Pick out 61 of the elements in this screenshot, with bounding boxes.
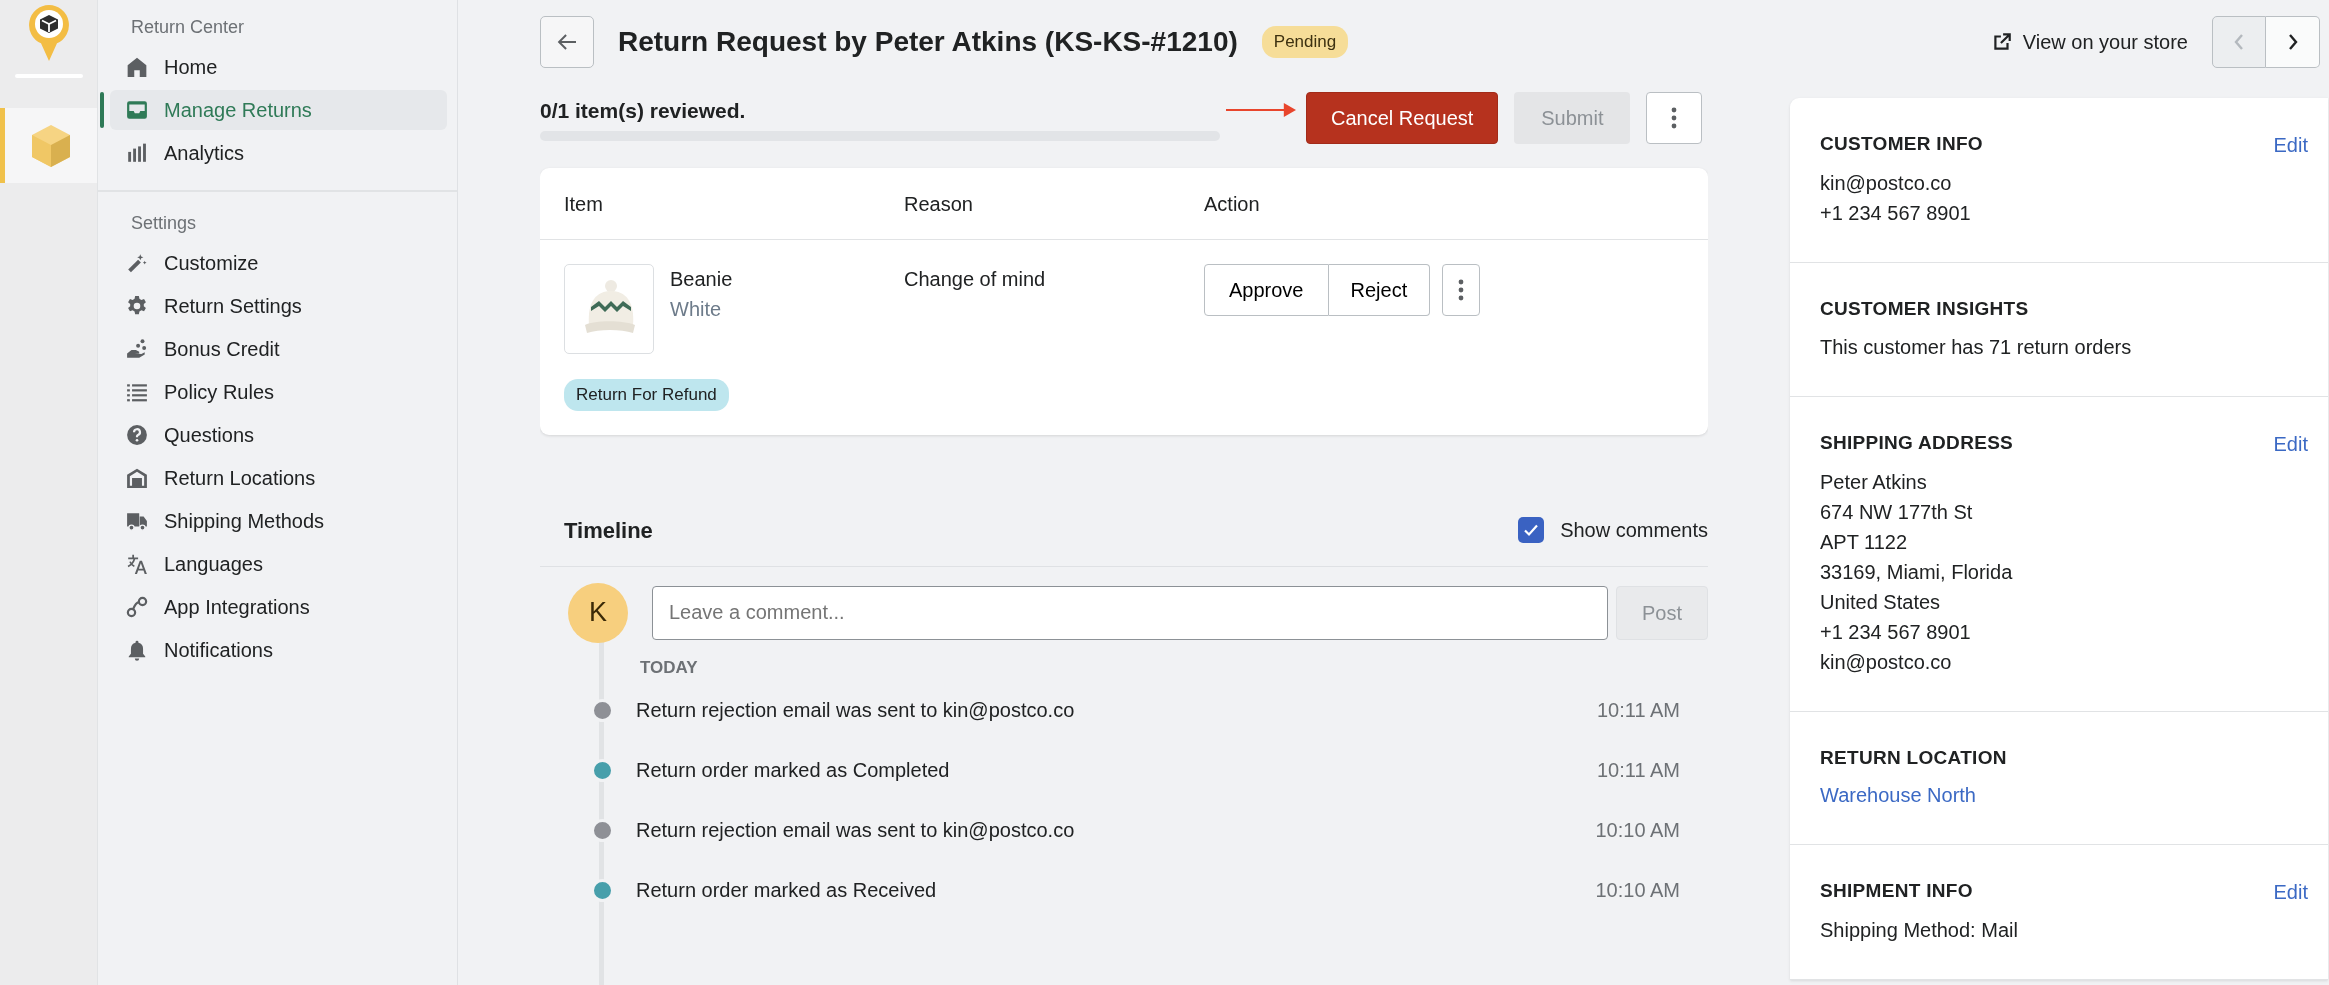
reject-button[interactable]: Reject bbox=[1328, 264, 1431, 316]
cancel-button[interactable]: Cancel Request bbox=[1306, 92, 1499, 144]
event-text: Return rejection email was sent to kin@postco.co bbox=[636, 818, 1076, 843]
product-variant: White bbox=[670, 297, 723, 322]
info-text: 674 NW 177th St bbox=[1820, 499, 1974, 525]
event-time: 10:11 AM bbox=[1596, 758, 1680, 783]
event-text: Return rejection email was sent to kin@postco.co bbox=[636, 698, 1076, 723]
event-text: Return order marked as Received bbox=[636, 878, 938, 903]
event-text: Return order marked as Completed bbox=[636, 758, 951, 783]
edit-link[interactable]: Edit bbox=[2273, 130, 2308, 160]
sidebar-item[interactable]: Home bbox=[110, 47, 447, 87]
section-title: SHIPMENT INFO bbox=[1820, 879, 1973, 903]
info-text: Shipping Method: Mail bbox=[1820, 918, 2019, 943]
info-text: APT 1122 bbox=[1820, 529, 1909, 555]
info-text: kin@postco.co bbox=[1820, 649, 1953, 675]
section-title: CUSTOMER INSIGHTS bbox=[1820, 297, 2029, 321]
approve-button[interactable]: Approve bbox=[1204, 264, 1329, 316]
sidebar-item[interactable]: Policy Rules bbox=[110, 372, 447, 412]
sidebar-item[interactable]: Questions bbox=[110, 415, 447, 455]
sidebar-item[interactable]: App Integrations bbox=[110, 587, 447, 627]
event-time: 10:10 AM bbox=[1595, 818, 1680, 843]
product-name: Beanie bbox=[670, 267, 733, 292]
sidebar-item[interactable]: Bonus Credit bbox=[110, 329, 447, 369]
sidebar-item[interactable]: Shipping Methods bbox=[110, 501, 447, 541]
info-text: +1 234 567 8901 bbox=[1820, 619, 1972, 645]
sidebar-item[interactable]: Languages bbox=[110, 544, 447, 584]
sidebar-item[interactable]: Return Locations bbox=[110, 458, 447, 498]
edit-link[interactable]: Edit bbox=[2273, 428, 2308, 459]
sidebar-item[interactable]: Analytics bbox=[110, 133, 447, 173]
page-title: Return Request by Peter Atkins (KS-KS-#1210) bbox=[618, 25, 1238, 59]
section-title: CUSTOMER INFO bbox=[1820, 132, 1983, 156]
status-badge: Pending bbox=[1261, 26, 1349, 58]
avatar: K bbox=[568, 582, 628, 643]
column-header: Item bbox=[564, 191, 604, 217]
timeline-title: Timeline bbox=[564, 516, 653, 545]
event-time: 10:11 AM bbox=[1596, 698, 1680, 723]
info-text: kin@postco.co bbox=[1820, 171, 1953, 196]
info-text: United States bbox=[1820, 589, 1942, 615]
sidebar-item[interactable]: Customize bbox=[110, 243, 447, 283]
info-text: Peter Atkins bbox=[1820, 469, 1928, 495]
return-type-tag: Return For Refund bbox=[564, 379, 729, 411]
reason-text: Change of mind bbox=[904, 267, 1047, 292]
location-link[interactable]: Warehouse North bbox=[1820, 780, 1976, 810]
info-text: This customer has 71 return orders bbox=[1820, 334, 2133, 360]
column-header: Action bbox=[1204, 191, 1261, 217]
section-title: RETURN LOCATION bbox=[1820, 745, 2007, 770]
info-text: 33169, Miami, Florida bbox=[1820, 559, 2014, 585]
date-heading: TODAY bbox=[639, 656, 699, 679]
sidebar-item[interactable]: Return Settings bbox=[110, 286, 447, 326]
view-store-link[interactable]: View on your store bbox=[1990, 27, 2188, 57]
view-store-text: View on your store bbox=[2022, 30, 2188, 55]
section-heading: Return Center bbox=[130, 16, 246, 39]
section-heading: Settings bbox=[130, 212, 198, 235]
column-header: Reason bbox=[904, 191, 974, 217]
edit-link[interactable]: Edit bbox=[2273, 877, 2308, 907]
progress-text: 0/1 item(s) reviewed. bbox=[540, 98, 746, 125]
event-time: 10:10 AM bbox=[1595, 878, 1680, 903]
section-title: SHIPPING ADDRESS bbox=[1820, 430, 2014, 455]
sidebar-item[interactable]: Notifications bbox=[110, 630, 447, 670]
checkbox-label: Show comments bbox=[1560, 518, 1708, 543]
info-text: +1 234 567 8901 bbox=[1820, 201, 1972, 226]
